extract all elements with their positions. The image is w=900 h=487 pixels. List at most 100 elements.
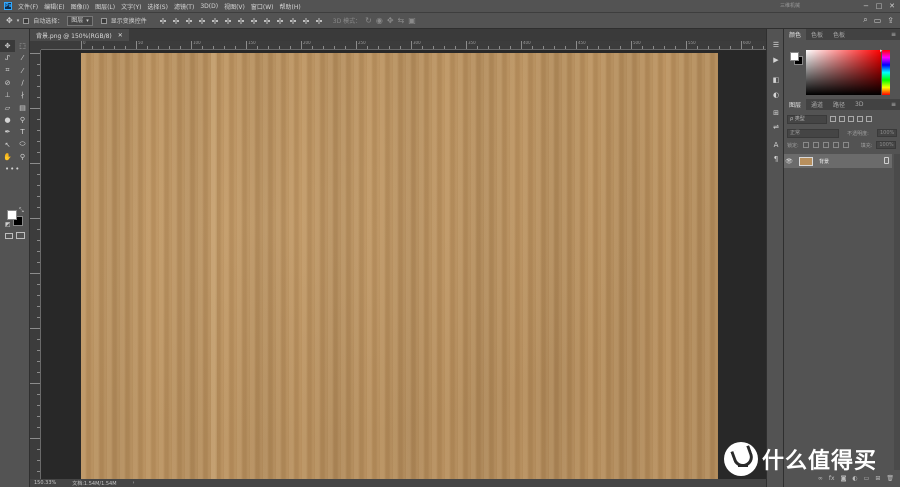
- canvas-workspace[interactable]: [41, 50, 766, 479]
- menu-file[interactable]: 文件(F): [18, 2, 38, 11]
- hue-slider[interactable]: [882, 50, 890, 95]
- foreground-color-swatch[interactable]: [7, 210, 17, 220]
- swap-colors-icon[interactable]: ⤡: [19, 207, 24, 215]
- blur-tool-icon[interactable]: ●: [0, 114, 15, 126]
- lock-position-icon[interactable]: [822, 142, 829, 148]
- actions-panel-icon[interactable]: ▶: [770, 54, 782, 65]
- distribute-top-icon[interactable]: [237, 17, 245, 25]
- default-colors-icon[interactable]: ◩: [5, 221, 11, 228]
- lock-all-icon[interactable]: [842, 142, 849, 148]
- dodge-tool-icon[interactable]: ⚲: [15, 114, 30, 126]
- trash-icon[interactable]: 🗑: [886, 475, 894, 482]
- 3d-roll-icon[interactable]: ◉: [376, 16, 383, 25]
- properties-panel-icon[interactable]: ◧: [770, 74, 782, 85]
- hand-tool-icon[interactable]: ✋: [0, 151, 15, 163]
- menu-image[interactable]: 图像(I): [71, 2, 89, 11]
- menu-filter[interactable]: 滤镜(T): [174, 2, 194, 11]
- move-tool-icon[interactable]: ✥: [6, 16, 13, 25]
- menu-help[interactable]: 帮助(H): [280, 2, 301, 11]
- close-tab-icon[interactable]: ✕: [118, 32, 123, 39]
- ruler-origin[interactable]: [30, 41, 41, 50]
- menu-view[interactable]: 视图(V): [224, 2, 245, 11]
- lock-transparency-icon[interactable]: [802, 142, 809, 148]
- auto-select-dropdown[interactable]: 图层 ▾: [67, 15, 93, 26]
- edit-toolbar-icon[interactable]: •••: [5, 165, 20, 173]
- color-picker-field[interactable]: [806, 50, 881, 95]
- align-vcenter-icon[interactable]: [172, 17, 180, 25]
- libraries-panel-icon[interactable]: ⊞: [770, 107, 782, 118]
- auto-select-checkbox[interactable]: [23, 17, 30, 24]
- filter-type-icon[interactable]: [848, 116, 854, 122]
- paths-adjust-icon[interactable]: ⇌: [770, 121, 782, 132]
- move-tool-icon[interactable]: ✥: [0, 40, 15, 53]
- share-icon[interactable]: ⇪: [887, 16, 894, 25]
- fill-input[interactable]: 100%: [876, 141, 897, 149]
- magic-wand-tool-icon[interactable]: ⁄: [15, 52, 30, 64]
- zoom-tool-icon[interactable]: ⚲: [15, 151, 30, 163]
- menu-select[interactable]: 选择(S): [147, 2, 168, 11]
- filter-smart-object-icon[interactable]: [866, 116, 872, 122]
- opacity-input[interactable]: 100%: [877, 129, 897, 137]
- minimize-button[interactable]: −: [862, 2, 870, 10]
- clone-stamp-tool-icon[interactable]: ⊥: [0, 89, 15, 101]
- workspace-icon[interactable]: ▭: [874, 16, 882, 25]
- 3d-rotate-icon[interactable]: ↻: [365, 16, 372, 25]
- align-right-icon[interactable]: [224, 17, 232, 25]
- layer-kind-filter[interactable]: ρ 类型: [787, 114, 827, 124]
- tab-swatches[interactable]: 色板: [806, 29, 828, 40]
- menu-3d[interactable]: 3D(D): [200, 3, 218, 10]
- history-brush-tool-icon[interactable]: ∤: [15, 89, 30, 101]
- tab-color[interactable]: 颜色: [784, 29, 807, 40]
- distribute-bottom-icon[interactable]: [263, 17, 271, 25]
- distribute-hcenter-icon[interactable]: [289, 17, 297, 25]
- menu-edit[interactable]: 编辑(E): [44, 2, 64, 11]
- distribute-vcenter-icon[interactable]: [250, 17, 258, 25]
- distribute-right-icon[interactable]: [302, 17, 310, 25]
- healing-brush-tool-icon[interactable]: ⊘: [0, 77, 15, 89]
- horizontal-ruler[interactable]: 0 50 100 150 200 250 300 350 400 450 500 550 600: [41, 41, 766, 50]
- search-icon[interactable]: ⌕: [863, 15, 867, 25]
- eraser-tool-icon[interactable]: ▱: [0, 101, 15, 113]
- type-tool-icon[interactable]: T: [15, 126, 30, 138]
- history-panel-icon[interactable]: ☰: [770, 39, 782, 50]
- chevron-down-icon[interactable]: ▾: [17, 18, 20, 24]
- close-button[interactable]: ✕: [888, 2, 896, 10]
- distribute-left-icon[interactable]: [276, 17, 284, 25]
- 3d-scale-icon[interactable]: ▣: [408, 16, 416, 25]
- brush-tool-icon[interactable]: ∕: [15, 77, 30, 89]
- filter-shape-icon[interactable]: [857, 116, 863, 122]
- cardboard-texture-image[interactable]: [81, 53, 718, 479]
- align-bottom-icon[interactable]: [185, 17, 193, 25]
- crop-tool-icon[interactable]: ⌗: [0, 65, 15, 77]
- align-top-icon[interactable]: [159, 17, 167, 25]
- ellipse-tool-icon[interactable]: ⬭: [15, 138, 30, 150]
- panel-menu-icon[interactable]: ≡: [891, 29, 896, 40]
- filter-adjustment-icon[interactable]: [839, 116, 845, 122]
- zoom-level[interactable]: 150.33%: [34, 480, 56, 486]
- eyedropper-tool-icon[interactable]: ⁄: [15, 65, 30, 77]
- gradient-tool-icon[interactable]: ▤: [15, 101, 30, 113]
- quick-mask-icon[interactable]: [5, 233, 13, 239]
- lasso-tool-icon[interactable]: ᔑ: [0, 52, 15, 64]
- panel-foreground-swatch[interactable]: [790, 52, 799, 61]
- auto-align-icon[interactable]: [315, 17, 323, 25]
- layer-row[interactable]: 👁 背景: [784, 154, 892, 168]
- character-panel-icon[interactable]: A: [770, 139, 782, 150]
- paragraph-panel-icon[interactable]: ¶: [770, 153, 782, 164]
- show-transform-checkbox[interactable]: [100, 17, 107, 24]
- menu-window[interactable]: 窗口(W): [251, 2, 274, 11]
- tab-swatches-2[interactable]: 色板: [828, 29, 850, 40]
- lock-pixels-icon[interactable]: [812, 142, 819, 148]
- screen-mode-icon[interactable]: [16, 232, 25, 239]
- vertical-ruler[interactable]: [30, 50, 41, 479]
- maximize-button[interactable]: □: [875, 2, 883, 10]
- layer-name[interactable]: 背景: [819, 158, 829, 165]
- menu-layer[interactable]: 图层(L): [95, 2, 115, 11]
- 3d-pan-icon[interactable]: ✥: [387, 16, 394, 25]
- blend-mode-select[interactable]: 正常: [787, 128, 839, 138]
- align-left-icon[interactable]: [198, 17, 206, 25]
- lock-artboard-icon[interactable]: [832, 142, 839, 148]
- eye-icon[interactable]: 👁: [784, 158, 794, 165]
- menu-type[interactable]: 文字(Y): [121, 2, 141, 11]
- adjustments-panel-icon[interactable]: ◐: [770, 89, 782, 100]
